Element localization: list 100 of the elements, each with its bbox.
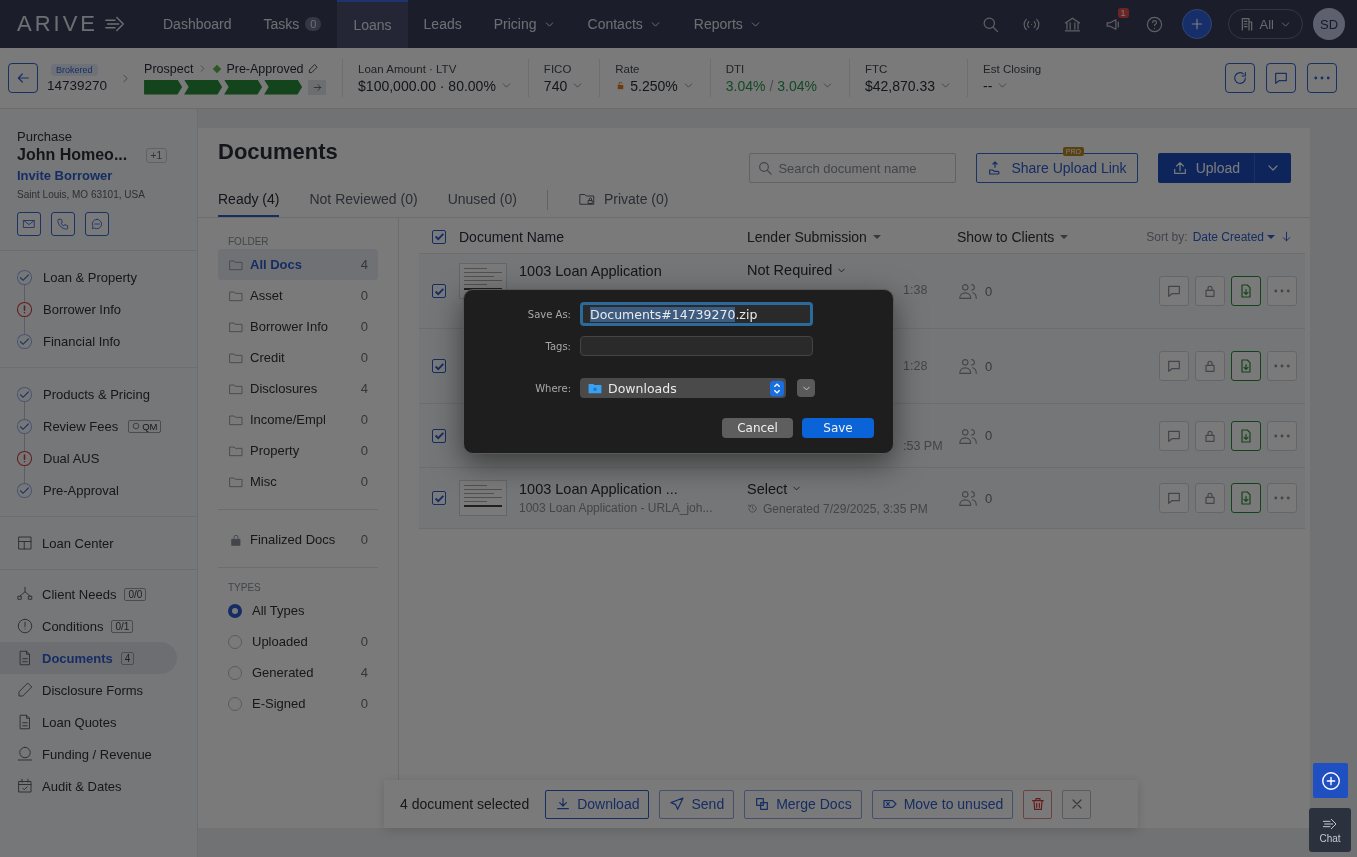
step-item[interactable]: Products & Pricing — [16, 378, 197, 410]
document-title[interactable]: 1003 Loan Application ... — [519, 481, 713, 497]
row-checkbox[interactable] — [432, 491, 446, 505]
step-item[interactable]: Loan & Property — [16, 261, 197, 293]
nav-tab[interactable]: Contacts — [571, 0, 678, 48]
lock-button[interactable] — [1195, 420, 1225, 451]
action-button[interactable]: Send — [659, 789, 735, 819]
folder-item[interactable]: Borrower Info 0 — [218, 311, 378, 342]
refresh-button[interactable] — [1225, 63, 1255, 93]
add-floating-button[interactable] — [1313, 763, 1348, 798]
pencil-icon[interactable] — [307, 63, 319, 74]
document-thumbnail[interactable] — [459, 480, 507, 516]
share-upload-link-button[interactable]: Share Upload Link — [976, 153, 1138, 183]
step-item[interactable]: Dual AUS — [16, 442, 197, 474]
tab[interactable]: Ready (4) — [218, 183, 280, 217]
message-button[interactable] — [85, 212, 109, 236]
lock-button[interactable] — [1195, 276, 1225, 306]
comment-button[interactable] — [1266, 63, 1296, 93]
nav-tab[interactable]: Loans — [337, 0, 408, 48]
nav-tab[interactable]: Reports — [677, 0, 778, 48]
action-button[interactable]: Download — [545, 789, 650, 819]
field-label: Tags: — [544, 340, 572, 352]
expand-button[interactable] — [797, 379, 815, 397]
email-button[interactable] — [17, 212, 41, 236]
call-button[interactable] — [51, 212, 75, 236]
step-item[interactable]: Pre-Approval — [16, 474, 197, 506]
sidebar-item[interactable]: Loan Quotes — [0, 706, 177, 738]
document-title[interactable]: 1003 Loan Application — [519, 263, 662, 279]
user-avatar[interactable]: SD — [1313, 8, 1345, 40]
lock-button[interactable] — [1195, 483, 1225, 513]
help-icon[interactable] — [1144, 14, 1164, 34]
action-button[interactable]: Move to unused — [871, 789, 1014, 819]
sidebar-item[interactable]: Disclosure Forms — [0, 674, 177, 706]
tab[interactable]: Unused (0) — [447, 183, 517, 217]
loan-number: 14739270 — [47, 77, 108, 93]
folder-item[interactable]: Misc 0 — [218, 466, 378, 497]
sort-descending-icon[interactable] — [1280, 230, 1293, 243]
save-button[interactable]: Save — [802, 418, 874, 438]
step-item[interactable]: Financial Info — [16, 325, 197, 357]
file-download-button[interactable] — [1231, 276, 1261, 306]
sidebar-item[interactable]: Client Needs 0/0 — [0, 578, 177, 610]
row-checkbox[interactable] — [432, 428, 446, 443]
sort-label: Sort by: — [1146, 229, 1188, 244]
step-item[interactable]: Review Fees QM — [16, 410, 197, 442]
extra-borrowers-badge[interactable]: +1 — [145, 147, 167, 163]
folder-item[interactable]: Credit 0 — [218, 342, 378, 373]
chat-bubble-icon — [90, 217, 104, 231]
nav-tab[interactable]: Dashboard — [147, 0, 248, 48]
pen-icon — [16, 681, 34, 699]
tab[interactable]: Not Reviewed (0) — [309, 183, 418, 217]
add-button[interactable] — [1181, 9, 1212, 39]
nav-tab[interactable]: Pricing — [477, 0, 572, 48]
select-all-checkbox[interactable] — [432, 229, 446, 244]
folder-item[interactable]: All Docs 4 — [218, 249, 378, 280]
search-field[interactable]: Search document name — [749, 153, 957, 183]
file-name-field[interactable]: Documents#14739270.zip — [580, 302, 813, 326]
action-button[interactable]: Merge Docs — [744, 789, 862, 819]
folder-item[interactable]: Disclosures 4 — [218, 373, 378, 404]
file-download-button[interactable] — [1231, 483, 1261, 513]
type-label: Generated — [252, 665, 315, 680]
folder-item[interactable]: Finalized Docs 0 — [218, 524, 378, 555]
chat-button[interactable]: Chat — [1309, 808, 1351, 852]
sidebar-item[interactable]: Loan Center — [0, 527, 177, 559]
upload-button[interactable]: Upload — [1157, 153, 1255, 183]
next-stage-button[interactable] — [308, 79, 327, 95]
page-title: Documents — [218, 139, 338, 165]
next-stage-label: Pre-Approved — [226, 61, 304, 76]
radio-button[interactable] — [228, 603, 242, 618]
folder-item[interactable]: Property 0 — [218, 435, 378, 466]
column-header[interactable]: Lender Submission — [747, 228, 957, 245]
column-header: Document Name — [459, 228, 565, 245]
file-download-button[interactable] — [1231, 420, 1261, 451]
row-checkbox[interactable] — [432, 284, 446, 298]
branch-icon — [16, 585, 34, 603]
sidebar-item[interactable]: Audit & Dates — [0, 770, 177, 802]
close-button[interactable] — [1062, 789, 1092, 819]
column-header[interactable]: Show to Clients — [957, 228, 1069, 245]
lender-submission-dropdown[interactable]: Not Required — [747, 262, 957, 278]
tab[interactable]: Private (0) — [577, 183, 669, 217]
sort-dropdown[interactable]: Date Created — [1192, 229, 1275, 244]
folder-item[interactable]: Income/Empl 0 — [218, 404, 378, 435]
sidebar-item[interactable]: Documents 4 — [0, 642, 177, 674]
sidebar-item[interactable]: Conditions 0/1 — [0, 610, 177, 642]
lender-submission-dropdown[interactable]: Select — [747, 480, 957, 497]
lock-button[interactable] — [1195, 351, 1225, 381]
location-popup[interactable]: Downloads — [580, 378, 786, 398]
more-button[interactable] — [1307, 63, 1337, 93]
cancel-button[interactable]: Cancel — [722, 418, 793, 438]
type-label: E-Signed — [252, 696, 307, 711]
back-button[interactable] — [8, 63, 38, 93]
type-count: 4 — [360, 665, 368, 680]
check-icon — [434, 432, 444, 439]
file-download-button[interactable] — [1231, 351, 1261, 381]
step-item[interactable]: Borrower Info — [16, 293, 197, 325]
tags-field[interactable] — [580, 336, 813, 356]
invite-borrower-link[interactable]: Invite Borrower — [17, 168, 180, 183]
row-checkbox[interactable] — [432, 359, 446, 373]
sidebar-item[interactable]: Funding / Revenue — [0, 738, 177, 770]
folder-item[interactable]: Asset 0 — [218, 280, 378, 311]
delete-button[interactable] — [1023, 789, 1053, 819]
